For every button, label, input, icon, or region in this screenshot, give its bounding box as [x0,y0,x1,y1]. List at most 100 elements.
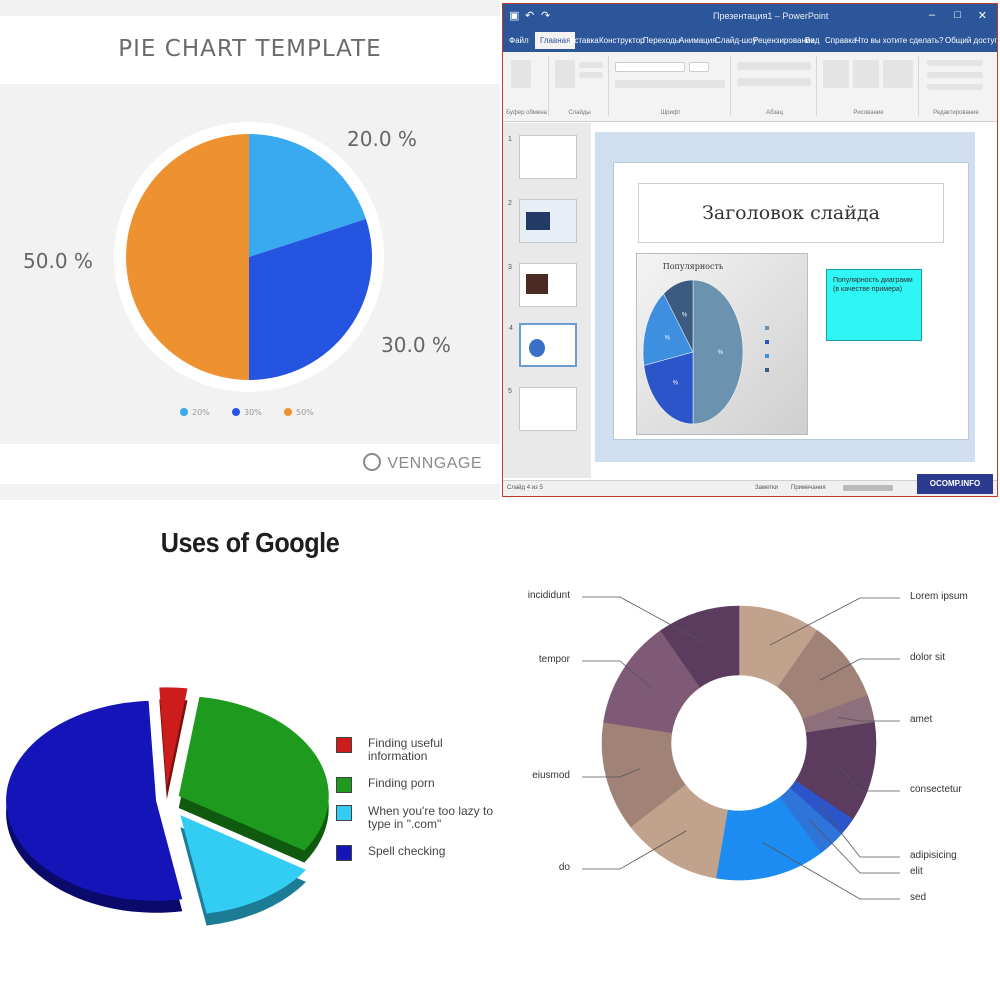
tell-me-search[interactable]: Что вы хотите сделать? [855,36,943,45]
redo-icon[interactable]: ↷ [541,9,550,22]
slice-data-label: % [682,312,688,318]
slide-number: 1 [508,136,512,143]
donut-label: dolor sit [910,652,946,663]
slide-thumbnail-2[interactable]: 2 [508,199,577,243]
legend-label: 50% [296,408,314,417]
legend-item [765,354,771,360]
legend-swatch [336,777,352,793]
donut-label: eiusmod [532,770,570,781]
ribbon: Буфер обмена Слайды Шрифт Абзац Рисовани… [503,52,997,122]
slide-number: 5 [508,388,512,395]
legend-label: When you're too lazy to type in ".com" [368,804,494,831]
thumbnail-image [526,274,548,294]
reset-button[interactable] [579,72,603,78]
align-buttons[interactable] [737,78,811,86]
donut-label: Lorem ipsum [910,591,968,602]
thumbnail-image [526,212,550,230]
legend-item [765,340,771,346]
tab-slideshow[interactable]: Слайд-шоу [715,36,756,45]
font-name-field[interactable] [615,62,685,72]
undo-icon[interactable]: ↶ [525,9,534,22]
legend-swatch [765,326,769,331]
layout-button[interactable] [579,62,603,68]
share-button[interactable]: Общий доступ [945,36,997,45]
list-buttons[interactable] [737,62,811,70]
group-clipboard: Буфер обмена [505,56,549,116]
callout-shape[interactable]: Популярность диаграмм (в качестве пример… [826,269,922,341]
group-label: Редактирование [933,110,979,116]
zoom-slider[interactable] [843,485,893,491]
group-font: Шрифт [611,56,731,116]
legend-label: Spell checking [368,844,446,858]
legend-item [765,368,771,374]
shapes-button[interactable] [823,60,849,88]
comments-button[interactable]: Примечания [791,485,826,491]
group-slides: Слайды [551,56,609,116]
legend-dot [180,408,188,416]
group-label: Слайды [568,110,591,116]
legend-item [765,326,771,332]
minimize-icon[interactable]: – [929,9,935,21]
replace-button[interactable] [927,72,983,78]
slice-data-label: % [673,381,679,387]
tab-animations[interactable]: Анимация [679,36,717,45]
paste-button[interactable] [511,60,531,88]
select-button[interactable] [927,84,983,90]
donut-label: amet [910,714,933,725]
tab-transitions[interactable]: Переходы [643,36,681,45]
slide-number: 4 [509,325,513,332]
donut-panel: Lorem ipsum dolor sit amet consectetur adipi… [500,505,1000,1000]
donut-label: do [558,862,570,873]
notes-button[interactable]: Заметки [755,485,778,491]
maximize-icon[interactable]: □ [954,9,961,21]
slice-label: 50.0 % [23,249,93,273]
slide-counter: Слайд 4 из 5 [507,485,543,491]
donut-label: elit [910,866,923,877]
slide-thumbnail-4[interactable]: 4 [509,323,577,367]
legend-swatch [765,354,769,359]
font-format-buttons[interactable] [615,80,725,88]
pie-chart-template: 20.0 % 30.0 % 50.0 % 20% 30% 50% [23,122,451,417]
font-size-field[interactable] [689,62,709,72]
legend-swatch [765,340,769,345]
donut-label: consectetur [910,784,962,795]
google-uses-panel: Uses of Google Finding useful informatio… [0,505,500,1000]
tab-view[interactable]: Вид [805,36,819,45]
tab-help[interactable]: Справка [825,36,856,45]
close-icon[interactable]: ✕ [978,9,987,22]
legend-label: 20% [192,408,210,417]
arrange-button[interactable] [853,60,879,88]
group-label: Шрифт [660,110,681,116]
embedded-chart[interactable]: Популярность %%%% [636,253,808,435]
donut-label: adipisicing [910,850,957,861]
slice-data-label: % [718,350,724,356]
donut-label: incididunt [527,590,570,601]
slide-number: 2 [508,200,512,207]
slide[interactable]: Заголовок слайда Популярность %%%% Попул… [613,162,969,440]
legend-swatch [336,845,352,861]
slide-title-placeholder[interactable]: Заголовок слайда [638,183,944,243]
watermark-logo: OCOMP.INFO [917,474,993,494]
powerpoint-window: ▣ ↶ ↷ Презентация1 – PowerPoint – □ ✕ Фа… [502,3,998,497]
tab-design[interactable]: Конструктор [599,36,645,45]
slide-number: 3 [508,264,512,271]
tab-insert[interactable]: Вставка [569,36,599,45]
new-slide-button[interactable] [555,60,575,88]
save-icon[interactable]: ▣ [509,9,519,22]
venngage-logo-icon [363,453,382,471]
pie-template-panel: PIE CHART TEMPLATE 20.0 % 30.0 % 50.0 % 20%… [0,0,500,500]
slide-thumbnail-3[interactable]: 3 [508,263,577,307]
slide-thumbnail-5[interactable]: 5 [508,387,577,431]
pie-slice [159,687,188,788]
find-button[interactable] [927,60,983,66]
pie-slice [6,700,183,901]
legend-label: 30% [244,408,262,417]
slide-title: Заголовок слайда [702,202,880,224]
legend-label: Finding useful information [368,736,443,763]
slice-label: 20.0 % [347,127,417,151]
quick-styles-button[interactable] [883,60,913,88]
slide-thumbnail-1[interactable]: 1 [508,135,577,179]
thumbnail-chart [529,339,545,357]
window-title: Презентация1 – PowerPoint [713,11,829,21]
tab-file[interactable]: Файл [509,36,529,45]
